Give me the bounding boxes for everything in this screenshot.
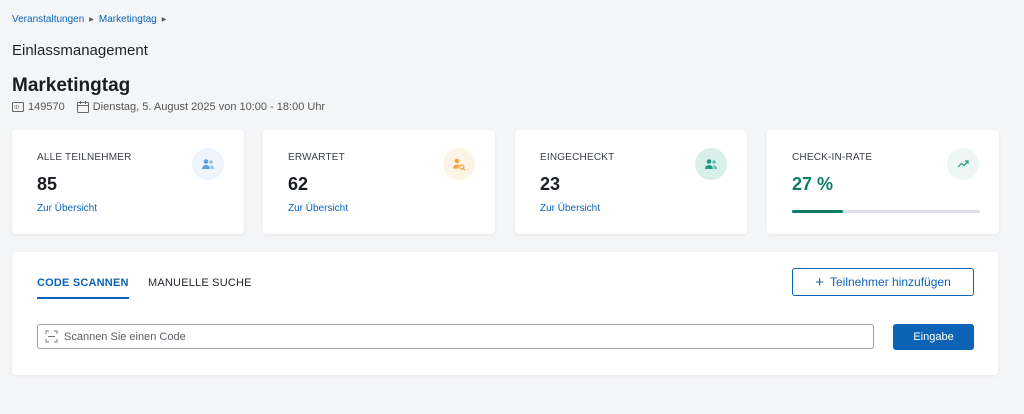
scan-icon <box>45 330 58 343</box>
breadcrumb: Veranstaltungen ▶ Marketingtag ▶ <box>12 14 166 25</box>
stat-value: 62 <box>288 174 309 194</box>
users-check-icon <box>695 148 727 180</box>
stat-label: ERWARTET <box>288 152 345 163</box>
stat-card-all-participants: ALLE TEILNEHMER 85 Zur Übersicht <box>12 130 244 234</box>
stat-card-checked-in: EINGECHECKT 23 Zur Übersicht <box>515 130 747 234</box>
user-search-icon <box>443 148 475 180</box>
svg-text:ID: ID <box>14 105 19 111</box>
tab-manual-search[interactable]: MANUELLE SUCHE <box>148 277 252 297</box>
id-card-icon: ID <box>12 101 24 113</box>
event-meta: ID 149570 Dienstag, 5. August 2025 von 1… <box>12 101 325 113</box>
breadcrumb-separator-icon: ▶ <box>161 17 167 23</box>
breadcrumb-separator-icon: ▶ <box>89 17 94 23</box>
stat-value: 23 <box>540 174 561 194</box>
trending-up-icon <box>947 148 979 180</box>
overview-link[interactable]: Zur Übersicht <box>288 203 348 214</box>
check-in-progress-fill <box>792 210 843 213</box>
scan-field <box>37 324 874 349</box>
event-date: Dienstag, 5. August 2025 von 10:00 - 18:… <box>92 101 326 113</box>
stat-label: EINGECHECKT <box>540 152 615 163</box>
event-title: Marketingtag <box>12 75 131 96</box>
overview-link[interactable]: Zur Übersicht <box>37 203 97 214</box>
page-section-title: Einlassmanagement <box>12 42 148 59</box>
tab-code-scan[interactable]: CODE SCANNEN <box>37 277 129 299</box>
breadcrumb-link-events[interactable]: Veranstaltungen <box>12 14 84 25</box>
calendar-icon <box>76 101 89 113</box>
stat-value: 27 % <box>792 174 834 194</box>
check-in-progress-bar <box>792 210 980 213</box>
scan-input[interactable] <box>64 330 844 343</box>
breadcrumb-link-event[interactable]: Marketingtag <box>99 14 157 25</box>
check-in-panel: CODE SCANNEN MANUELLE SUCHE + Teilnehmer… <box>12 252 998 375</box>
add-participant-label: Teilnehmer hinzufügen <box>830 275 951 289</box>
stat-label: CHECK-IN-RATE <box>792 152 873 163</box>
stat-value: 85 <box>37 174 58 194</box>
submit-button[interactable]: Eingabe <box>893 324 974 350</box>
stat-label: ALLE TEILNEHMER <box>37 152 132 163</box>
stat-card-expected: ERWARTET 62 Zur Übersicht <box>263 130 495 234</box>
stat-card-check-in-rate: CHECK-IN-RATE 27 % <box>767 130 999 234</box>
plus-icon: + <box>815 273 824 291</box>
users-icon <box>192 148 224 180</box>
overview-link[interactable]: Zur Übersicht <box>540 203 600 214</box>
add-participant-button[interactable]: + Teilnehmer hinzufügen <box>792 268 974 296</box>
event-id: 149570 <box>28 101 65 113</box>
